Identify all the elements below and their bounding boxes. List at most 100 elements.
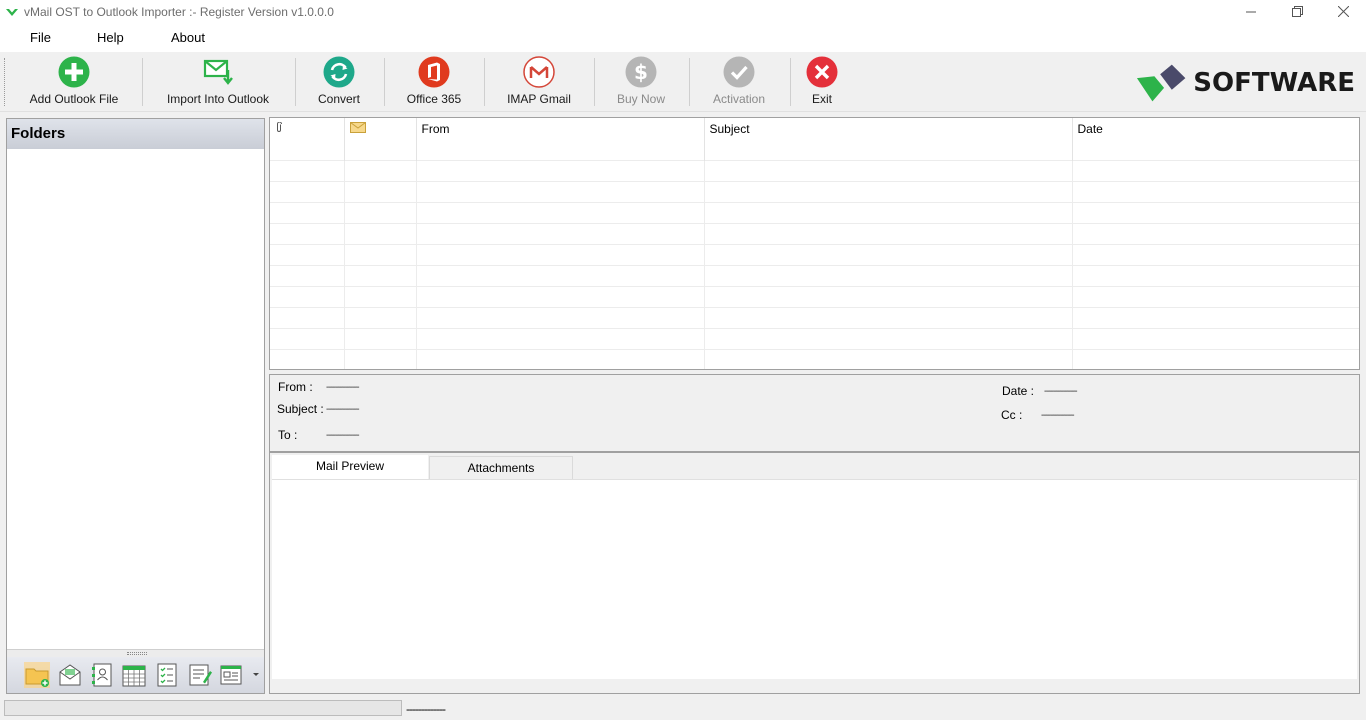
buy-now-button[interactable]: $ Buy Now	[612, 56, 670, 108]
table-cell	[270, 243, 345, 265]
imap-gmail-button[interactable]: IMAP Gmail	[504, 56, 574, 108]
table-row[interactable]	[270, 264, 1359, 286]
mail-preview-body	[272, 479, 1357, 679]
column-attachment[interactable]	[270, 118, 345, 160]
office365-icon	[418, 56, 450, 88]
column-date[interactable]: Date	[1072, 118, 1359, 160]
table-cell	[270, 201, 345, 223]
table-cell	[704, 327, 1073, 349]
table-cell	[270, 306, 345, 328]
column-from[interactable]: From	[416, 118, 705, 160]
toolbar-separator	[594, 58, 595, 106]
subject-label: Subject :	[277, 402, 324, 416]
svg-text:$: $	[634, 60, 648, 84]
mail-icon[interactable]	[57, 662, 83, 688]
minimize-button[interactable]	[1228, 0, 1274, 23]
table-cell	[344, 243, 417, 265]
app-icon	[6, 8, 18, 16]
tasks-icon[interactable]	[154, 662, 180, 688]
table-cell	[270, 222, 345, 244]
restore-button[interactable]	[1274, 0, 1320, 23]
calendar-icon[interactable]	[121, 662, 147, 688]
chevron-down-icon[interactable]	[252, 671, 260, 679]
menu-file[interactable]: File	[30, 23, 51, 52]
menu-about[interactable]: About	[171, 23, 205, 52]
folders-title: Folders	[7, 119, 264, 149]
journal-icon[interactable]	[218, 662, 244, 688]
table-cell	[416, 180, 705, 202]
table-cell	[416, 285, 705, 307]
table-cell	[416, 306, 705, 328]
table-cell	[704, 180, 1073, 202]
toolbar-separator	[689, 58, 690, 106]
convert-icon	[323, 56, 355, 88]
table-row[interactable]	[270, 285, 1359, 307]
toolbar-grip[interactable]	[4, 58, 7, 106]
table-cell	[344, 306, 417, 328]
activation-button[interactable]: Activation	[708, 56, 770, 108]
table-cell	[270, 327, 345, 349]
contacts-icon[interactable]	[89, 662, 115, 688]
paperclip-icon	[277, 121, 282, 132]
table-row[interactable]	[270, 180, 1359, 202]
close-window-button[interactable]	[1320, 0, 1366, 23]
subject-value: --------------	[326, 404, 360, 415]
table-cell	[1072, 264, 1359, 286]
table-cell	[1072, 159, 1359, 181]
table-row[interactable]	[270, 222, 1359, 244]
table-cell	[1072, 306, 1359, 328]
cc-value: --------------	[1041, 410, 1075, 421]
mail-header-panel: From : -------------- Subject : --------…	[269, 374, 1360, 452]
folders-panel: Folders	[6, 118, 265, 694]
folders-nav-bar	[7, 657, 264, 693]
toolbar-separator	[790, 58, 791, 106]
table-row[interactable]	[270, 243, 1359, 265]
table-cell	[416, 222, 705, 244]
email-list-grid: From Subject Date	[269, 117, 1360, 370]
title-bar: vMail OST to Outlook Importer :- Registe…	[0, 0, 1366, 23]
tab-mail-preview[interactable]: Mail Preview	[272, 455, 428, 479]
table-cell	[270, 285, 345, 307]
status-bar: -------------	[0, 698, 1366, 720]
table-cell	[344, 180, 417, 202]
folders-splitter[interactable]	[7, 649, 264, 657]
date-value: --------------	[1044, 386, 1078, 397]
toolbar-separator	[384, 58, 385, 106]
table-cell	[1072, 327, 1359, 349]
status-text: -------------	[406, 702, 446, 716]
table-row[interactable]	[270, 159, 1359, 181]
table-cell	[270, 159, 345, 181]
buy-now-label: Buy Now	[616, 92, 666, 106]
from-value: --------------	[326, 382, 360, 393]
exit-button[interactable]: Exit	[804, 56, 840, 108]
table-cell	[344, 285, 417, 307]
table-row[interactable]	[270, 327, 1359, 349]
imap-gmail-label: IMAP Gmail	[507, 92, 571, 106]
table-cell	[344, 264, 417, 286]
notes-icon[interactable]	[187, 662, 213, 688]
table-cell	[704, 306, 1073, 328]
add-outlook-file-label: Add Outlook File	[29, 92, 119, 106]
table-cell	[416, 243, 705, 265]
folder-add-icon[interactable]	[24, 662, 50, 688]
table-cell	[270, 264, 345, 286]
table-cell	[416, 201, 705, 223]
mail-import-icon	[203, 59, 233, 85]
minimize-icon	[1246, 11, 1256, 12]
add-outlook-file-button[interactable]: Add Outlook File	[29, 56, 119, 108]
menu-bar: File Help About	[0, 23, 1366, 52]
menu-help[interactable]: Help	[97, 23, 124, 52]
office365-button[interactable]: Office 365	[404, 56, 464, 108]
table-row[interactable]	[270, 348, 1359, 369]
import-into-outlook-button[interactable]: Import Into Outlook	[165, 56, 271, 108]
table-row[interactable]	[270, 306, 1359, 328]
table-row[interactable]	[270, 201, 1359, 223]
column-subject[interactable]: Subject	[704, 118, 1073, 160]
tab-attachments[interactable]: Attachments	[429, 456, 573, 480]
table-cell	[1072, 348, 1359, 369]
column-read-status[interactable]	[344, 118, 417, 160]
convert-button[interactable]: Convert	[314, 56, 364, 108]
table-cell	[704, 264, 1073, 286]
from-label: From :	[278, 380, 313, 394]
exit-icon	[806, 56, 838, 88]
